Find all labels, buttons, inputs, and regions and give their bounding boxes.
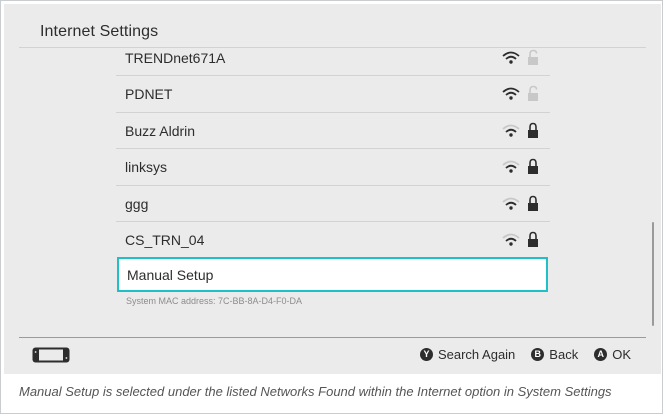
ok-label: OK bbox=[612, 347, 631, 362]
console-icon bbox=[32, 347, 70, 363]
wifi-signal-icon bbox=[502, 51, 520, 64]
internet-settings-screen: Internet Settings TRENDnet671A PDNET Buz… bbox=[4, 4, 661, 374]
network-row-ggg[interactable]: ggg bbox=[116, 186, 550, 222]
back-label: Back bbox=[549, 347, 579, 362]
wifi-signal-icon bbox=[502, 160, 520, 173]
screenshot-frame: Internet Settings TRENDnet671A PDNET Buz… bbox=[0, 0, 663, 414]
network-list: TRENDnet671A PDNET Buzz Aldrin linksys g… bbox=[4, 48, 661, 288]
search-again-button[interactable]: Y Search Again bbox=[419, 347, 516, 362]
lock-open-icon bbox=[528, 85, 538, 101]
network-row-buzz-aldrin[interactable]: Buzz Aldrin bbox=[116, 113, 550, 149]
network-name: ggg bbox=[125, 196, 149, 212]
network-name: CS_TRN_04 bbox=[125, 232, 205, 248]
back-button[interactable]: B Back bbox=[531, 347, 578, 362]
wifi-signal-icon bbox=[502, 124, 520, 137]
wifi-signal-icon bbox=[502, 87, 520, 100]
lock-icon bbox=[528, 195, 538, 211]
footer-divider bbox=[19, 337, 646, 338]
network-row-pdnet[interactable]: PDNET bbox=[116, 76, 550, 112]
mac-address: System MAC address: 7C-BB-8A-D4-F0-DA bbox=[126, 296, 303, 306]
lock-icon bbox=[528, 158, 538, 174]
wifi-signal-icon bbox=[502, 233, 520, 246]
lock-icon bbox=[528, 231, 538, 247]
network-row-linksys[interactable]: linksys bbox=[116, 149, 550, 185]
search-again-label: Search Again bbox=[437, 347, 516, 362]
b-button-icon: B bbox=[531, 348, 545, 361]
network-name: TRENDnet671A bbox=[125, 50, 226, 66]
network-name: PDNET bbox=[125, 86, 173, 102]
caption: Manual Setup is selected under the liste… bbox=[19, 384, 612, 399]
manual-setup-button[interactable]: Manual Setup bbox=[117, 257, 548, 292]
wifi-signal-icon bbox=[502, 197, 520, 210]
network-row-trendnet671a[interactable]: TRENDnet671A bbox=[116, 48, 550, 76]
page-title: Internet Settings bbox=[40, 23, 159, 40]
footer-actions: Y Search Again B Back A OK bbox=[404, 347, 631, 362]
network-row-cs-trn-04[interactable]: CS_TRN_04 bbox=[116, 222, 550, 258]
lock-icon bbox=[528, 122, 538, 138]
scrollbar[interactable] bbox=[652, 222, 654, 326]
network-name: Buzz Aldrin bbox=[125, 123, 196, 139]
ok-button[interactable]: A OK bbox=[594, 347, 631, 362]
network-name: linksys bbox=[125, 159, 168, 175]
manual-setup-label: Manual Setup bbox=[127, 266, 214, 283]
lock-open-icon bbox=[528, 49, 538, 65]
y-button-icon: Y bbox=[419, 348, 433, 361]
a-button-icon: A bbox=[594, 348, 608, 361]
